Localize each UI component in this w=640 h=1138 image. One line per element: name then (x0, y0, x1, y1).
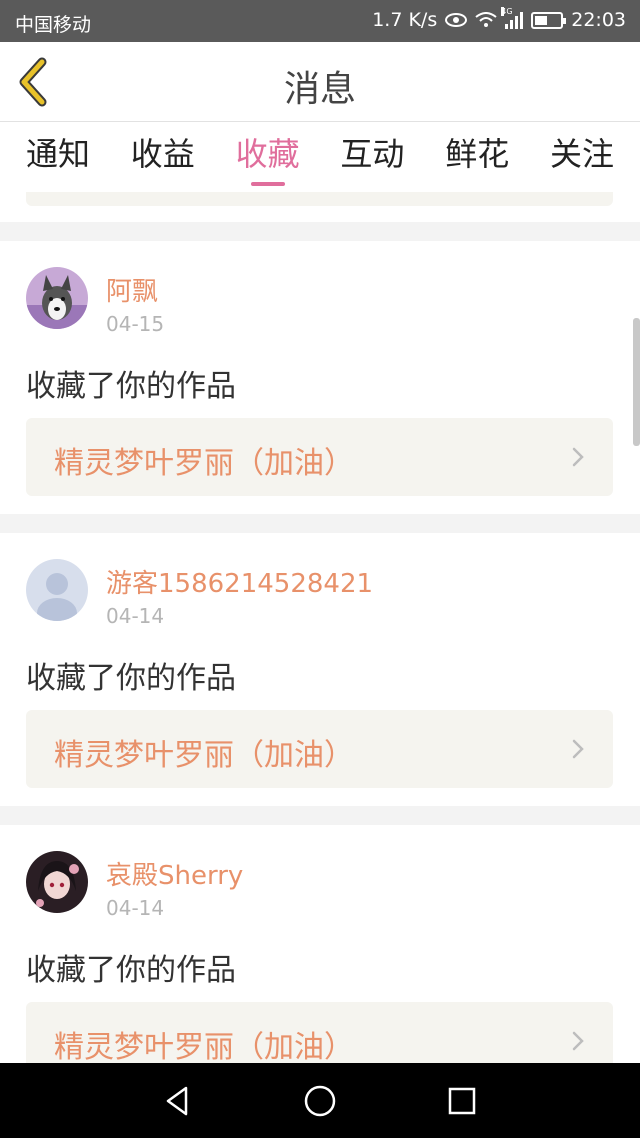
tab-earnings[interactable]: 收益 (131, 122, 195, 192)
carrier-name: 中国移动 (15, 14, 92, 36)
status-bar: 中国移动 1.7 K/s 4G 22:03 (0, 0, 640, 42)
page-header: 消息 (0, 42, 640, 122)
card-divider (0, 514, 640, 533)
tab-label: 互动 (340, 135, 405, 173)
clock: 22:03 (571, 9, 626, 31)
husky-dog-avatar (26, 267, 88, 329)
action-text: 收藏了你的作品 (26, 953, 236, 988)
chevron-right-icon (572, 447, 584, 467)
card-divider (0, 806, 640, 825)
scrollbar[interactable] (633, 318, 640, 446)
work-title: 精灵梦叶罗丽（加油） (54, 1030, 354, 1063)
tab-label: 收益 (130, 135, 195, 173)
action-text: 收藏了你的作品 (26, 661, 236, 696)
tab-follows[interactable]: 关注 (550, 122, 614, 192)
avatar[interactable] (26, 267, 88, 329)
date: 04-14 (106, 604, 165, 628)
battery-icon (531, 11, 567, 29)
anime-girl-avatar (26, 851, 88, 913)
chevron-right-icon (572, 739, 584, 759)
tab-label: 鲜花 (445, 135, 510, 173)
system-nav-bar (0, 1063, 640, 1138)
date: 04-14 (106, 896, 165, 920)
wifi-icon (475, 12, 497, 27)
partial-work-box (26, 192, 613, 206)
work-title: 精灵梦叶罗丽（加油） (54, 738, 354, 773)
work-title: 精灵梦叶罗丽（加油） (54, 446, 354, 481)
card-divider (0, 222, 640, 241)
tab-label: 通知 (26, 135, 91, 173)
list-item: 阿飘 04-15 收藏了你的作品 精灵梦叶罗丽（加油） (0, 241, 640, 514)
username[interactable]: 阿飘 (106, 271, 158, 308)
default-user-avatar (26, 559, 88, 621)
network-type-label: 4G (501, 7, 513, 16)
avatar[interactable] (26, 851, 88, 913)
tab-label: 收藏 (235, 135, 300, 173)
date: 04-15 (106, 312, 165, 336)
triangle-back-icon[interactable] (160, 1083, 196, 1119)
work-link[interactable]: 精灵梦叶罗丽（加油） (26, 710, 613, 788)
list-item: 哀殿Sherry 04-14 收藏了你的作品 精灵梦叶罗丽（加油） (0, 825, 640, 1063)
username[interactable]: 游客1586214528421 (106, 563, 373, 600)
tab-flowers[interactable]: 鲜花 (445, 122, 509, 192)
status-indicators: 1.7 K/s 4G 22:03 (372, 7, 626, 31)
tab-label: 关注 (549, 135, 614, 173)
eye-comfort-icon (445, 13, 468, 27)
avatar[interactable] (26, 559, 88, 621)
square-recents-icon[interactable] (444, 1083, 480, 1119)
page-title: 消息 (283, 69, 356, 110)
action-text: 收藏了你的作品 (26, 369, 236, 404)
cell-signal-icon: 4G (501, 7, 524, 29)
chevron-right-icon (572, 1031, 584, 1051)
network-speed: 1.7 K/s (372, 9, 438, 31)
tab-bar: 通知 收益 收藏 互动 鲜花 关注 (0, 122, 640, 192)
username[interactable]: 哀殿Sherry (106, 855, 243, 892)
active-tab-indicator (250, 182, 285, 186)
tab-notifications[interactable]: 通知 (26, 122, 90, 192)
list-item: 游客1586214528421 04-14 收藏了你的作品 精灵梦叶罗丽（加油） (0, 533, 640, 806)
tab-interactions[interactable]: 互动 (340, 122, 404, 192)
work-link[interactable]: 精灵梦叶罗丽（加油） (26, 418, 613, 496)
circle-home-icon[interactable] (302, 1083, 338, 1119)
favorites-feed[interactable]: 阿飘 04-15 收藏了你的作品 精灵梦叶罗丽（加油） 游客1586214528… (0, 192, 640, 1063)
work-link[interactable]: 精灵梦叶罗丽（加油） (26, 1002, 613, 1063)
partial-card (0, 192, 640, 222)
tab-favorites[interactable]: 收藏 (236, 122, 300, 192)
